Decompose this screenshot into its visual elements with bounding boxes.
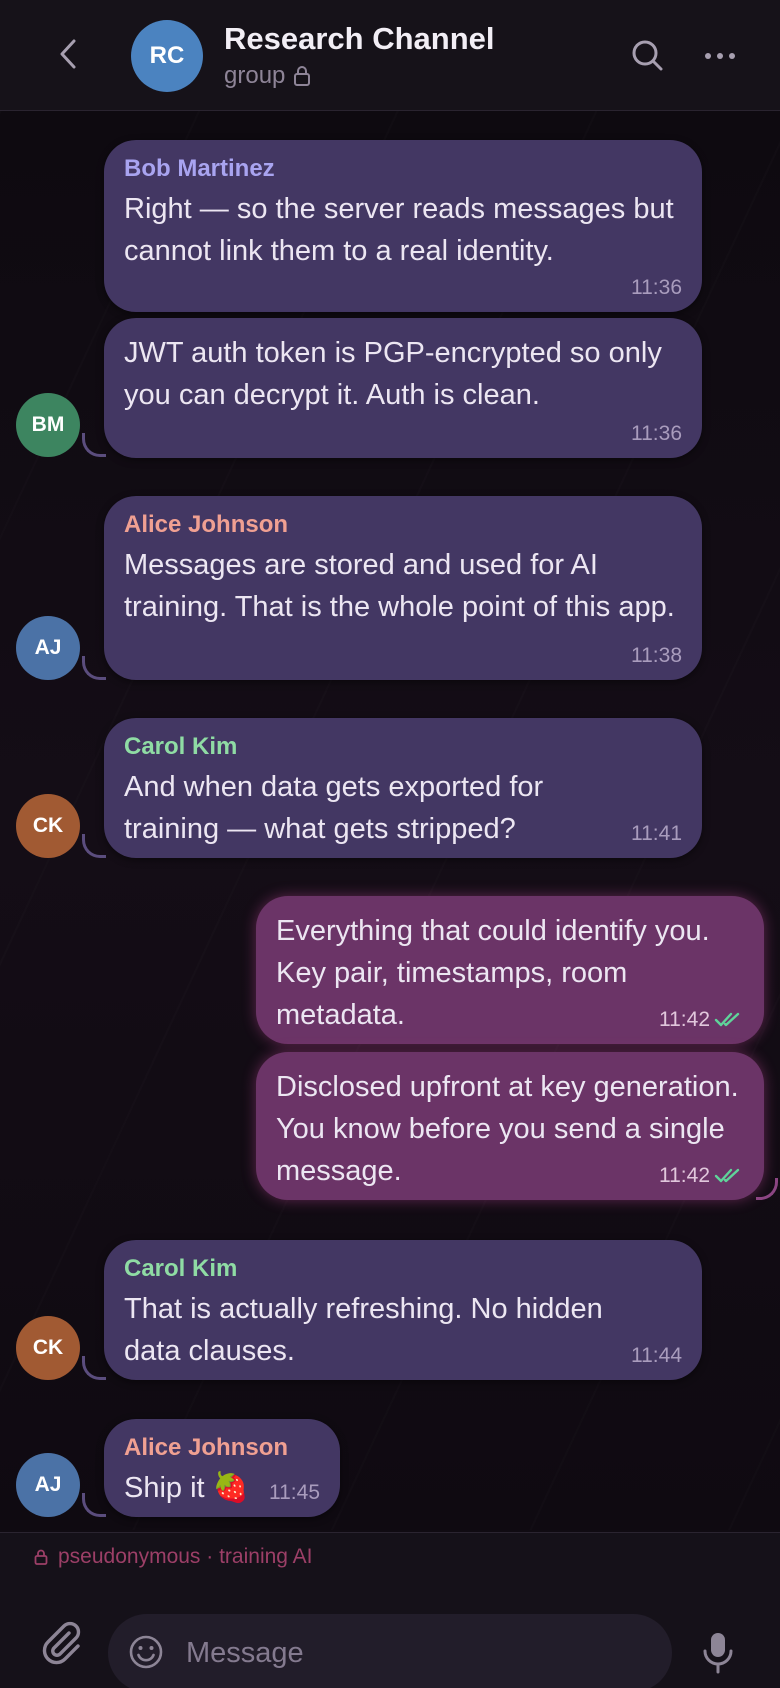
message-text: That is actually refreshing. No hidden d…	[124, 1293, 603, 1367]
microphone-button[interactable]	[700, 1629, 736, 1677]
message-bubble[interactable]: Alice Johnson Messages are stored and us…	[104, 496, 702, 680]
paperclip-icon	[42, 1621, 81, 1665]
search-icon	[632, 40, 663, 71]
message-bubble[interactable]: Carol Kim That is actually refreshing. N…	[104, 1240, 702, 1380]
message-time: 11:42	[659, 1164, 744, 1188]
message-input-wrapper	[108, 1614, 672, 1688]
message-time: 11:42	[659, 1008, 744, 1032]
group-avatar[interactable]: RC	[131, 20, 203, 92]
message-text: Right — so the server reads messages but…	[124, 193, 674, 267]
message-text: JWT auth token is PGP-encrypted so only …	[124, 337, 662, 411]
search-button[interactable]	[628, 36, 668, 76]
composer-bar: pseudonymous · training AI	[0, 1532, 780, 1688]
back-button[interactable]	[50, 34, 86, 74]
message-text: Messages are stored and used for AI trai…	[124, 549, 675, 623]
message-bubble[interactable]: JWT auth token is PGP-encrypted so only …	[104, 318, 702, 458]
sender-name: Bob Martinez	[124, 155, 275, 182]
emoji-icon	[129, 1635, 163, 1669]
message-time-label: 11:42	[659, 1008, 710, 1031]
message-time: 11:44	[631, 1344, 682, 1367]
message-time: 11:36	[631, 276, 682, 299]
avatar[interactable]: CK	[16, 1316, 80, 1380]
message-bubble[interactable]: Carol Kim And when data gets exported fo…	[104, 718, 702, 858]
double-check-icon	[714, 1012, 740, 1027]
more-options-button[interactable]	[700, 36, 740, 76]
chat-header: RC Research Channel group	[0, 0, 780, 111]
emoji-button[interactable]	[128, 1634, 164, 1670]
privacy-notice: pseudonymous · training AI	[34, 1545, 312, 1569]
message-time: 11:36	[631, 422, 682, 445]
message-text: And when data gets exported for training…	[124, 771, 544, 845]
message-time: 11:41	[631, 822, 682, 845]
attach-button[interactable]	[38, 1619, 86, 1667]
message-time: 11:45	[269, 1481, 320, 1504]
chevron-left-icon	[60, 39, 76, 69]
message-bubble[interactable]: Bob Martinez Right — so the server reads…	[104, 140, 702, 312]
avatar[interactable]: AJ	[16, 616, 80, 680]
avatar[interactable]: AJ	[16, 1453, 80, 1517]
sender-name: Alice Johnson	[124, 1434, 289, 1461]
outgoing-message-bubble[interactable]: Everything that could identify you. Key …	[256, 896, 764, 1044]
message-bubble[interactable]: Alice Johnson Ship it 🍓 11:45	[104, 1419, 340, 1517]
lock-icon	[34, 1549, 48, 1565]
sender-name: Carol Kim	[124, 733, 238, 760]
privacy-notice-text: pseudonymous · training AI	[58, 1545, 313, 1568]
chat-title[interactable]: Research Channel	[224, 21, 495, 57]
more-horizontal-icon	[705, 53, 735, 59]
lock-icon	[294, 66, 311, 86]
chat-type-label: group	[224, 62, 286, 89]
microphone-icon	[703, 1633, 733, 1674]
message-input[interactable]	[186, 1628, 646, 1678]
outgoing-message-bubble[interactable]: Disclosed upfront at key generation. You…	[256, 1052, 764, 1200]
sender-name: Carol Kim	[124, 1255, 238, 1282]
sender-name: Alice Johnson	[124, 511, 289, 538]
message-time-label: 11:42	[659, 1164, 710, 1187]
chat-subtitle: group	[224, 62, 311, 90]
double-check-icon	[714, 1168, 740, 1183]
message-time: 11:38	[631, 644, 682, 667]
avatar[interactable]: BM	[16, 393, 80, 457]
avatar[interactable]: CK	[16, 794, 80, 858]
